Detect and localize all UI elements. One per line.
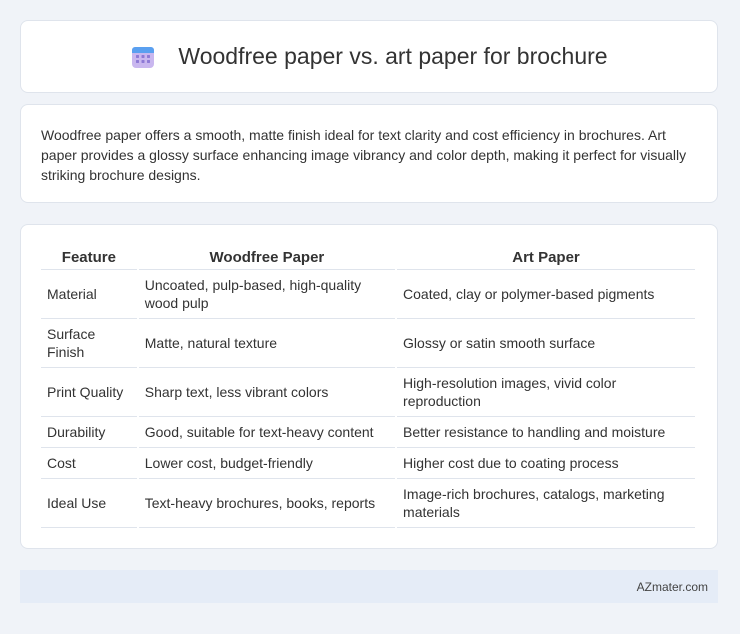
footer-brand: AZmater.com [636, 579, 708, 594]
feature-cell: Durability [41, 417, 137, 448]
art-cell: Better resistance to handling and moistu… [397, 417, 695, 448]
table-header-row: Feature Woodfree Paper Art Paper [41, 245, 695, 270]
comparison-card: Feature Woodfree Paper Art Paper Materia… [20, 224, 718, 549]
table-row: Print Quality Sharp text, less vibrant c… [41, 368, 695, 417]
page-title: Woodfree paper vs. art paper for brochur… [178, 43, 608, 69]
footer-bar: AZmater.com [20, 570, 718, 603]
table-row: Durability Good, suitable for text-heavy… [41, 417, 695, 448]
feature-cell: Material [41, 270, 137, 319]
art-cell: High-resolution images, vivid color repr… [397, 368, 695, 417]
column-header-art: Art Paper [397, 245, 695, 270]
table-row: Surface Finish Matte, natural texture Gl… [41, 319, 695, 368]
table-row: Ideal Use Text-heavy brochures, books, r… [41, 479, 695, 528]
title-card: Woodfree paper vs. art paper for brochur… [20, 20, 718, 93]
feature-cell: Cost [41, 448, 137, 479]
column-header-woodfree: Woodfree Paper [138, 245, 396, 270]
woodfree-cell: Text-heavy brochures, books, reports [138, 479, 396, 528]
comparison-table: Feature Woodfree Paper Art Paper Materia… [39, 245, 697, 528]
woodfree-cell: Sharp text, less vibrant colors [138, 368, 396, 417]
table-row: Cost Lower cost, budget-friendly Higher … [41, 448, 695, 479]
intro-paragraph: Woodfree paper offers a smooth, matte fi… [41, 127, 687, 183]
woodfree-cell: Uncoated, pulp-based, high-quality wood … [138, 270, 396, 319]
art-cell: Glossy or satin smooth surface [397, 319, 695, 368]
woodfree-cell: Good, suitable for text-heavy content [138, 417, 396, 448]
intro-card: Woodfree paper offers a smooth, matte fi… [20, 104, 718, 203]
art-cell: Coated, clay or polymer-based pigments [397, 270, 695, 319]
art-cell: Image-rich brochures, catalogs, marketin… [397, 479, 695, 528]
feature-cell: Ideal Use [41, 479, 137, 528]
woodfree-cell: Matte, natural texture [138, 319, 396, 368]
calendar-grid-icon [130, 44, 156, 70]
feature-cell: Surface Finish [41, 319, 137, 368]
feature-cell: Print Quality [41, 368, 137, 417]
art-cell: Higher cost due to coating process [397, 448, 695, 479]
column-header-feature: Feature [41, 245, 137, 270]
table-row: Material Uncoated, pulp-based, high-qual… [41, 270, 695, 319]
woodfree-cell: Lower cost, budget-friendly [138, 448, 396, 479]
